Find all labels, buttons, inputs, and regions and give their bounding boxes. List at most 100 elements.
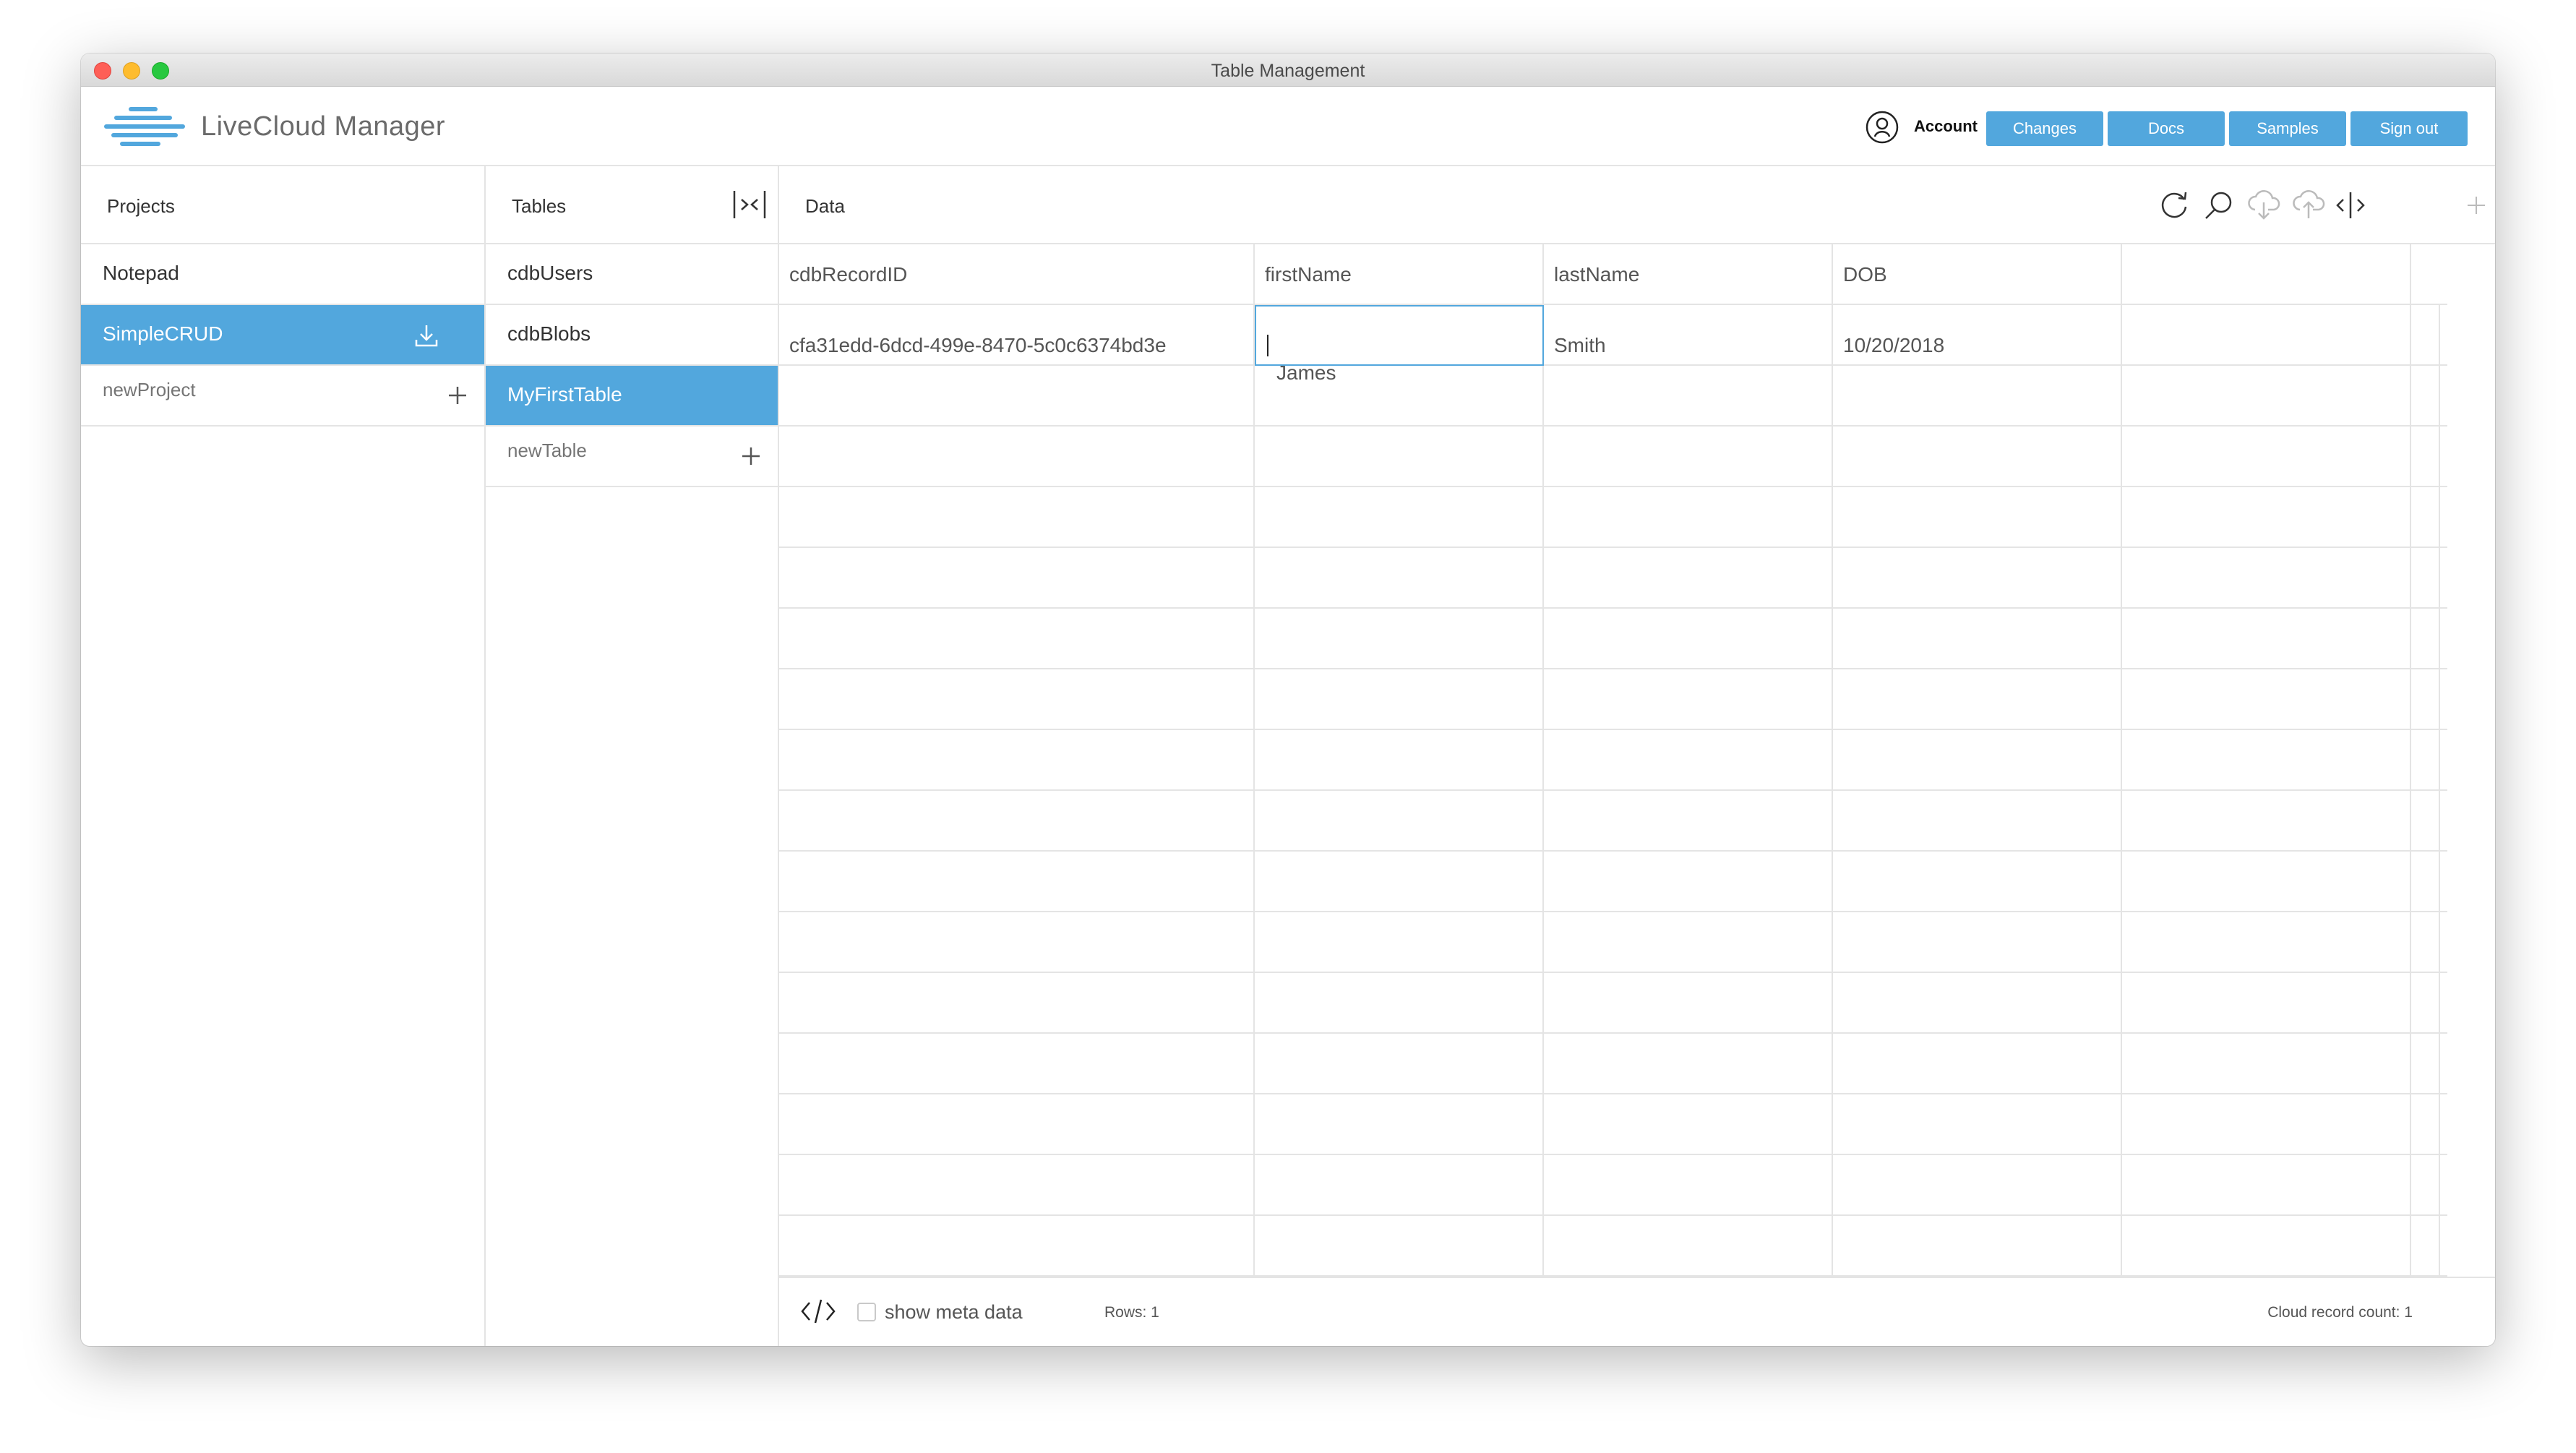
column-header[interactable]: [2122, 244, 2411, 305]
table-item-cdbusers[interactable]: cdbUsers: [486, 244, 778, 305]
empty-table-cell[interactable]: [779, 548, 1255, 609]
empty-table-cell[interactable]: [2122, 1034, 2411, 1094]
empty-table-row[interactable]: [779, 730, 2447, 791]
empty-table-cell[interactable]: [1833, 548, 2122, 609]
empty-table-cell[interactable]: [1544, 609, 1833, 669]
column-header[interactable]: cdbRecordID: [779, 244, 1255, 305]
empty-table-cell[interactable]: [1255, 973, 1544, 1034]
empty-table-cell[interactable]: [1544, 730, 1833, 791]
empty-table-cell[interactable]: [1255, 730, 1544, 791]
empty-table-row[interactable]: [779, 487, 2447, 548]
download-icon[interactable]: [412, 321, 441, 350]
empty-table-cell[interactable]: [779, 1094, 1255, 1155]
empty-table-cell[interactable]: [1833, 1155, 2122, 1216]
empty-table-cell[interactable]: [1544, 366, 1833, 427]
empty-table-cell[interactable]: [1255, 366, 1544, 427]
empty-table-cell[interactable]: [1833, 973, 2122, 1034]
table-cell[interactable]: [2122, 305, 2411, 366]
empty-table-cell[interactable]: [1544, 1155, 1833, 1216]
add-project-icon[interactable]: [447, 385, 468, 406]
empty-table-cell[interactable]: [1833, 427, 2122, 487]
account-link[interactable]: Account: [1914, 117, 1978, 136]
empty-table-cell[interactable]: [2122, 1094, 2411, 1155]
show-meta-data-checkbox[interactable]: [857, 1303, 876, 1321]
docs-button[interactable]: Docs: [2108, 111, 2225, 146]
empty-table-cell[interactable]: [1833, 1216, 2122, 1277]
empty-table-row[interactable]: [779, 366, 2447, 427]
empty-table-cell[interactable]: [779, 366, 1255, 427]
empty-table-cell[interactable]: [1255, 1216, 1544, 1277]
empty-table-cell[interactable]: [1833, 730, 2122, 791]
empty-table-cell[interactable]: [2122, 730, 2411, 791]
new-project-input[interactable]: [103, 379, 319, 401]
empty-table-cell[interactable]: [1544, 487, 1833, 548]
empty-table-cell[interactable]: [1833, 852, 2122, 912]
empty-table-row[interactable]: [779, 1094, 2447, 1155]
empty-table-cell[interactable]: [1544, 973, 1833, 1034]
column-header[interactable]: firstName: [1255, 244, 1544, 305]
empty-table-cell[interactable]: [1255, 548, 1544, 609]
project-item-simplecrud[interactable]: SimpleCRUD: [81, 305, 484, 366]
empty-table-cell[interactable]: [1255, 427, 1544, 487]
empty-table-cell[interactable]: [1255, 1034, 1544, 1094]
table-cell[interactable]: 10/20/2018: [1833, 305, 2122, 366]
add-column-icon[interactable]: [2466, 195, 2486, 215]
empty-table-row[interactable]: [779, 852, 2447, 912]
empty-table-cell[interactable]: [1544, 791, 1833, 852]
empty-table-row[interactable]: [779, 973, 2447, 1034]
table-cell[interactable]: Smith: [1544, 305, 1833, 366]
add-table-icon[interactable]: [740, 445, 762, 467]
cloud-download-icon[interactable]: [2246, 188, 2281, 223]
empty-table-cell[interactable]: [1255, 1155, 1544, 1216]
empty-table-cell[interactable]: [779, 487, 1255, 548]
table-row[interactable]: cfa31edd-6dcd-499e-8470-5c0c6374bd3e Jam…: [779, 305, 2447, 384]
empty-table-cell[interactable]: [1833, 669, 2122, 730]
empty-table-cell[interactable]: [1833, 1034, 2122, 1094]
empty-table-row[interactable]: [779, 1034, 2447, 1094]
empty-table-cell[interactable]: [1544, 427, 1833, 487]
empty-table-cell[interactable]: [1833, 1094, 2122, 1155]
table-cell-editing[interactable]: James: [1255, 305, 1544, 384]
empty-table-cell[interactable]: [1544, 548, 1833, 609]
empty-table-cell[interactable]: [2122, 366, 2411, 427]
empty-table-cell[interactable]: [779, 791, 1255, 852]
empty-table-cell[interactable]: [2122, 609, 2411, 669]
empty-table-cell[interactable]: [779, 973, 1255, 1034]
empty-table-row[interactable]: [779, 912, 2447, 973]
empty-table-cell[interactable]: [1255, 609, 1544, 669]
empty-table-cell[interactable]: [1544, 669, 1833, 730]
empty-table-cell[interactable]: [2122, 487, 2411, 548]
cloud-upload-icon[interactable]: [2291, 188, 2326, 223]
empty-table-cell[interactable]: [1255, 791, 1544, 852]
empty-table-cell[interactable]: [779, 852, 1255, 912]
empty-table-cell[interactable]: [2122, 912, 2411, 973]
expand-panel-icon[interactable]: [2333, 188, 2368, 223]
project-item-notepad[interactable]: Notepad: [81, 244, 484, 305]
empty-table-cell[interactable]: [2122, 1216, 2411, 1277]
empty-table-cell[interactable]: [779, 1216, 1255, 1277]
empty-table-cell[interactable]: [1255, 852, 1544, 912]
column-header[interactable]: DOB: [1833, 244, 2122, 305]
empty-table-cell[interactable]: [1833, 366, 2122, 427]
empty-table-row[interactable]: [779, 1155, 2447, 1216]
empty-table-cell[interactable]: [779, 1034, 1255, 1094]
empty-table-cell[interactable]: [2122, 548, 2411, 609]
samples-button[interactable]: Samples: [2229, 111, 2346, 146]
empty-table-cell[interactable]: [1544, 1216, 1833, 1277]
empty-table-cell[interactable]: [1255, 912, 1544, 973]
changes-button[interactable]: Changes: [1986, 111, 2103, 146]
empty-table-cell[interactable]: [1544, 1034, 1833, 1094]
empty-table-row[interactable]: [779, 427, 2447, 487]
table-cell[interactable]: cfa31edd-6dcd-499e-8470-5c0c6374bd3e: [779, 305, 1255, 366]
empty-table-row[interactable]: [779, 548, 2447, 609]
table-item-cdbblobs[interactable]: cdbBlobs: [486, 305, 778, 366]
code-icon[interactable]: [799, 1297, 837, 1326]
empty-table-cell[interactable]: [779, 730, 1255, 791]
sign-out-button[interactable]: Sign out: [2350, 111, 2468, 146]
table-item-myfirsttable[interactable]: MyFirstTable: [486, 366, 778, 427]
account-icon[interactable]: [1865, 110, 1899, 145]
empty-table-cell[interactable]: [1833, 609, 2122, 669]
empty-table-row[interactable]: [779, 791, 2447, 852]
search-icon[interactable]: [2202, 188, 2236, 223]
empty-table-cell[interactable]: [2122, 973, 2411, 1034]
